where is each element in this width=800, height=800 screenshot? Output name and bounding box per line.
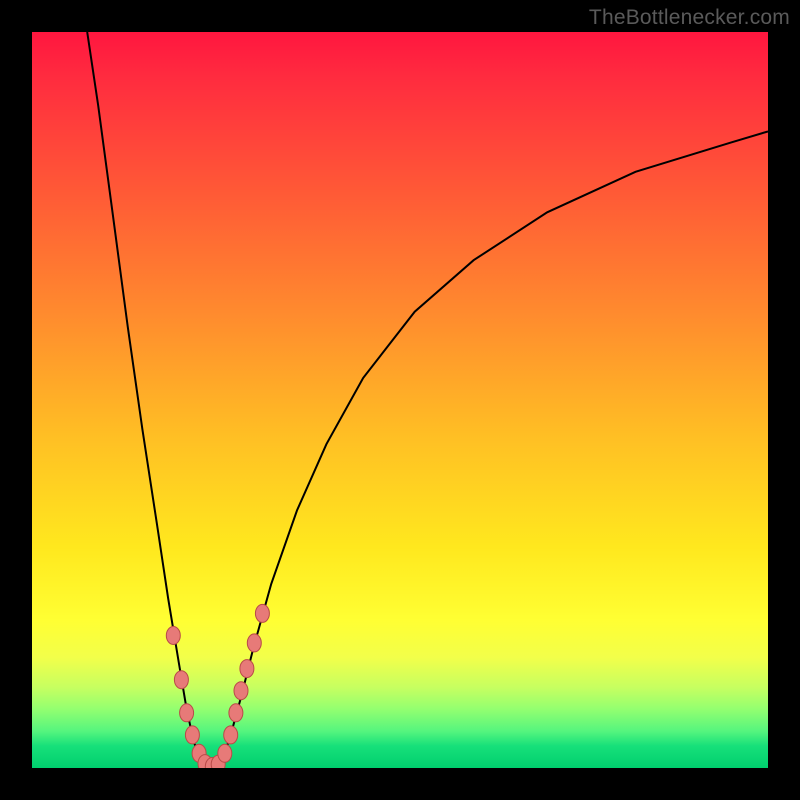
curve-marker <box>229 704 243 722</box>
watermark-text: TheBottlenecker.com <box>589 6 790 30</box>
curve-marker <box>247 634 261 652</box>
curve-markers <box>166 604 269 768</box>
curve-marker <box>234 682 248 700</box>
curve-marker <box>255 604 269 622</box>
curve-marker <box>185 726 199 744</box>
chart-frame: TheBottlenecker.com <box>0 0 800 800</box>
curve-marker <box>224 726 238 744</box>
bottleneck-curve <box>32 32 768 768</box>
curve-marker <box>180 704 194 722</box>
curve-marker <box>166 627 180 645</box>
curve-path <box>87 32 768 767</box>
curve-marker <box>174 671 188 689</box>
curve-marker <box>218 744 232 762</box>
plot-area <box>32 32 768 768</box>
curve-marker <box>240 660 254 678</box>
